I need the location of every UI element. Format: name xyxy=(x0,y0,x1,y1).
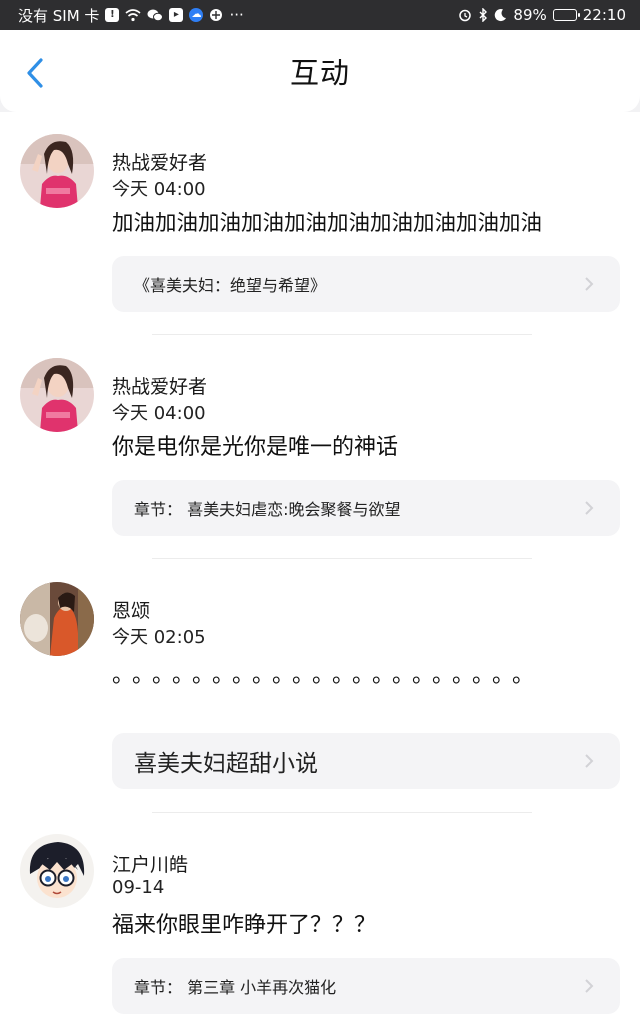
reference-title: 章节： 第三章 小羊再次猫化 xyxy=(134,978,337,997)
sim-alert-icon: ! xyxy=(105,8,120,22)
browser-app-icon xyxy=(209,8,223,22)
status-bar-left: 没有 SIM 卡 ! ▸ ☁ ··· xyxy=(18,5,244,26)
chat-app-icon xyxy=(147,8,164,22)
reference-card[interactable]: 《喜美夫妇：绝望与希望》 xyxy=(112,256,620,312)
back-button[interactable] xyxy=(18,56,52,90)
alarm-icon xyxy=(458,8,472,22)
clock-time: 22:10 xyxy=(582,6,626,24)
comment-text: 加油加油加油加油加油加油加油加油加油加油 xyxy=(112,211,543,236)
more-notifications-text: ··· xyxy=(229,6,244,24)
do-not-disturb-moon-icon xyxy=(494,8,507,22)
reference-card[interactable]: 章节： 喜美夫妇虐恋:晚会聚餐与欲望 xyxy=(112,480,620,536)
chevron-right-icon xyxy=(585,754,594,768)
chevron-right-icon xyxy=(585,277,594,291)
username[interactable]: 江户川皓 xyxy=(112,850,188,877)
battery-percent: 89% xyxy=(513,6,547,24)
avatar[interactable] xyxy=(20,358,94,432)
cloud-app-icon: ☁ xyxy=(189,8,204,22)
bluetooth-icon xyxy=(478,8,488,22)
reference-title: 喜美夫妇超甜小说 xyxy=(134,751,318,777)
timestamp: 今天 04:00 xyxy=(112,179,206,200)
status-bar-right: 89% 22:10 xyxy=(458,6,626,24)
reference-title: 章节： 喜美夫妇虐恋:晚会聚餐与欲望 xyxy=(134,500,401,519)
app-notification-icon: ▸ xyxy=(169,8,184,22)
timestamp: 今天 04:00 xyxy=(112,403,206,424)
comment-text: 福来你眼里咋睁开了？？？ xyxy=(112,913,377,938)
divider xyxy=(152,558,532,559)
battery-icon xyxy=(552,9,580,21)
wifi-icon xyxy=(125,8,141,22)
reference-card[interactable]: 喜美夫妇超甜小说 xyxy=(112,733,620,789)
divider xyxy=(152,812,532,813)
comment-text: 你是电你是光你是唯一的神话 xyxy=(112,435,399,460)
timestamp: 09-14 xyxy=(112,877,165,898)
timestamp: 今天 02:05 xyxy=(112,627,206,648)
chevron-right-icon xyxy=(585,501,594,515)
status-bar: 没有 SIM 卡 ! ▸ ☁ ··· 89% 22:10 xyxy=(0,0,640,30)
avatar[interactable] xyxy=(20,834,94,908)
avatar[interactable] xyxy=(20,582,94,656)
interaction-feed[interactable]: 热战爱好者 今天 04:00 加油加油加油加油加油加油加油加油加油加油 《喜美夫… xyxy=(0,112,640,1024)
page-title: 互动 xyxy=(289,56,350,90)
chevron-right-icon xyxy=(585,979,594,993)
username[interactable]: 恩颂 xyxy=(112,596,150,623)
divider xyxy=(152,334,532,335)
app-header: 互动 xyxy=(0,30,640,112)
reference-title: 《喜美夫妇：绝望与希望》 xyxy=(134,276,327,295)
chevron-left-icon xyxy=(27,58,43,88)
comment-text: 。。。。。。。。。。。。。。。。。。。。。 xyxy=(112,663,544,688)
username[interactable]: 热战爱好者 xyxy=(112,372,207,399)
carrier-text: 没有 SIM 卡 xyxy=(18,6,100,25)
reference-card[interactable]: 章节： 第三章 小羊再次猫化 xyxy=(112,958,620,1014)
avatar[interactable] xyxy=(20,134,94,208)
username[interactable]: 热战爱好者 xyxy=(112,148,207,175)
